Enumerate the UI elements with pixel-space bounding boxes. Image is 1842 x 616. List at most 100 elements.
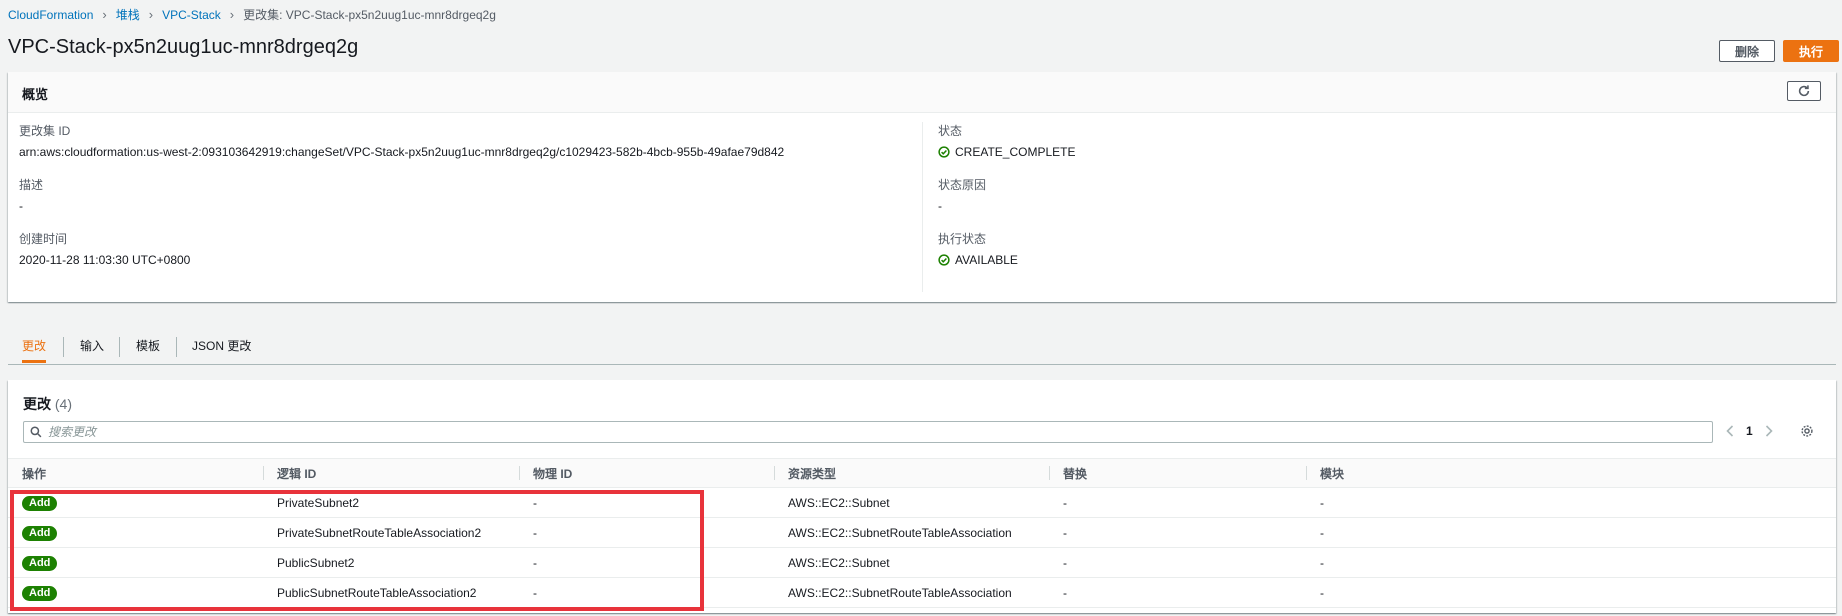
column-header-resource-type[interactable]: 资源类型 (774, 458, 1049, 488)
replacement-cell: - (1049, 517, 1306, 548)
tab-changes[interactable]: 更改 (22, 328, 47, 363)
exec-status-label: 执行状态 (938, 232, 987, 246)
gear-icon (1801, 425, 1813, 437)
changes-panel: 更改 (4) 1 操作 逻辑 ID (8, 380, 1836, 613)
exec-status-field: 执行状态 AVAILABLE (938, 230, 1018, 267)
check-circle-icon (938, 146, 950, 158)
changes-title: 更改 (4) (23, 394, 72, 414)
status-label: 状态 (938, 124, 963, 138)
search-box (23, 421, 1713, 443)
changeset-id-field: 更改集 ID arn:aws:cloudformation:us-west-2:… (19, 122, 784, 159)
overview-title: 概览 (22, 87, 49, 102)
status-value: CREATE_COMPLETE (938, 145, 1075, 159)
tab-json-changes[interactable]: JSON 更改 (192, 328, 251, 363)
chevron-right-icon: › (229, 7, 235, 22)
tab-template[interactable]: 模板 (136, 328, 160, 363)
changes-title-text: 更改 (23, 396, 51, 412)
tab-divider (176, 337, 177, 357)
add-badge: Add (22, 555, 58, 571)
column-divider (922, 122, 923, 292)
module-cell: - (1306, 547, 1836, 578)
created-field: 创建时间 2020-11-28 11:03:30 UTC+0800 (19, 230, 190, 267)
logical-id-cell: PrivateSubnetRouteTableAssociation2 (263, 517, 519, 548)
column-header-logical-id[interactable]: 逻辑 ID (263, 458, 519, 488)
breadcrumb-cloudformation[interactable]: CloudFormation (8, 8, 93, 22)
tab-inputs[interactable]: 输入 (80, 328, 104, 363)
changes-count: (4) (54, 396, 73, 412)
status-reason-field: 状态原因 - (938, 176, 986, 213)
chevron-right-icon: › (148, 7, 154, 22)
description-field: 描述 - (19, 176, 43, 213)
breadcrumb-stacks[interactable]: 堆栈 (116, 6, 140, 23)
replacement-cell: - (1049, 487, 1306, 518)
refresh-icon (1798, 85, 1810, 97)
logical-id-cell: PublicSubnetRouteTableAssociation2 (263, 577, 519, 608)
exec-status-value: AVAILABLE (938, 253, 1018, 267)
overview-header: 概览 (8, 72, 1836, 113)
chevron-left-icon[interactable] (1726, 425, 1734, 437)
page-number[interactable]: 1 (1746, 424, 1753, 438)
delete-button[interactable]: 删除 (1719, 40, 1775, 62)
status-text: CREATE_COMPLETE (955, 145, 1076, 159)
table-row: Add PrivateSubnetRouteTableAssociation2 … (8, 517, 1836, 548)
exec-status-text: AVAILABLE (955, 253, 1018, 267)
created-label: 创建时间 (19, 232, 68, 246)
table-header-row: 操作 逻辑 ID 物理 ID 资源类型 替换 模块 (8, 458, 1836, 488)
column-header-replacement[interactable]: 替换 (1049, 458, 1306, 488)
action-cell: Add (8, 487, 263, 518)
replacement-cell: - (1049, 547, 1306, 578)
physical-id-cell: - (519, 547, 774, 578)
refresh-button[interactable] (1787, 81, 1821, 101)
physical-id-cell: - (519, 517, 774, 548)
changes-table: 操作 逻辑 ID 物理 ID 资源类型 替换 模块 Add PrivateSub… (8, 458, 1836, 608)
changeset-id-label: 更改集 ID (19, 124, 71, 138)
replacement-cell: - (1049, 577, 1306, 608)
add-badge: Add (22, 585, 58, 601)
tab-bar: 更改 输入 模板 JSON 更改 (8, 328, 1836, 365)
breadcrumb-vpc-stack[interactable]: VPC-Stack (162, 8, 221, 22)
physical-id-cell: - (519, 577, 774, 608)
table-row: Add PublicSubnet2 - AWS::EC2::Subnet - - (8, 547, 1836, 578)
preferences-button[interactable] (1800, 424, 1814, 441)
execute-button[interactable]: 执行 (1783, 40, 1839, 62)
check-circle-icon (938, 254, 950, 266)
action-cell: Add (8, 517, 263, 548)
status-field: 状态 CREATE_COMPLETE (938, 122, 1075, 159)
logical-id-cell: PrivateSubnet2 (263, 487, 519, 518)
resource-type-cell: AWS::EC2::Subnet (774, 487, 1049, 518)
search-icon (30, 426, 42, 438)
tab-divider (63, 337, 64, 357)
module-cell: - (1306, 487, 1836, 518)
table-row: Add PrivateSubnet2 - AWS::EC2::Subnet - … (8, 487, 1836, 518)
status-reason-label: 状态原因 (938, 178, 987, 192)
page-title: VPC-Stack-px5n2uug1uc-mnr8drgeq2g (8, 36, 359, 58)
description-label: 描述 (19, 178, 44, 192)
overview-panel: 概览 更改集 ID arn:aws:cloudformation:us-west… (8, 72, 1836, 302)
physical-id-cell: - (519, 487, 774, 518)
column-header-physical-id[interactable]: 物理 ID (519, 458, 774, 488)
column-header-action[interactable]: 操作 (8, 458, 263, 488)
breadcrumb-current: 更改集: VPC-Stack-px5n2uug1uc-mnr8drgeq2g (243, 8, 496, 22)
action-cell: Add (8, 547, 263, 578)
pagination: 1 (1726, 424, 1773, 438)
description-value: - (19, 199, 23, 213)
resource-type-cell: AWS::EC2::Subnet (774, 547, 1049, 578)
add-badge: Add (22, 495, 58, 511)
logical-id-cell: PublicSubnet2 (263, 547, 519, 578)
module-cell: - (1306, 517, 1836, 548)
column-header-module[interactable]: 模块 (1306, 458, 1836, 488)
chevron-right-icon: › (102, 7, 107, 22)
resource-type-cell: AWS::EC2::SubnetRouteTableAssociation (774, 517, 1049, 548)
resource-type-cell: AWS::EC2::SubnetRouteTableAssociation (774, 577, 1049, 608)
breadcrumb: CloudFormation › 堆栈 › VPC-Stack › 更改集: V… (8, 6, 496, 23)
status-reason-value: - (938, 199, 942, 213)
chevron-right-icon[interactable] (1765, 425, 1773, 437)
table-row: Add PublicSubnetRouteTableAssociation2 -… (8, 577, 1836, 608)
created-value: 2020-11-28 11:03:30 UTC+0800 (19, 253, 191, 267)
changeset-id-value: arn:aws:cloudformation:us-west-2:0931036… (19, 145, 785, 159)
module-cell: - (1306, 577, 1836, 608)
search-input[interactable] (42, 422, 1712, 442)
add-badge: Add (22, 525, 58, 541)
action-cell: Add (8, 577, 263, 608)
tab-divider (119, 337, 120, 357)
